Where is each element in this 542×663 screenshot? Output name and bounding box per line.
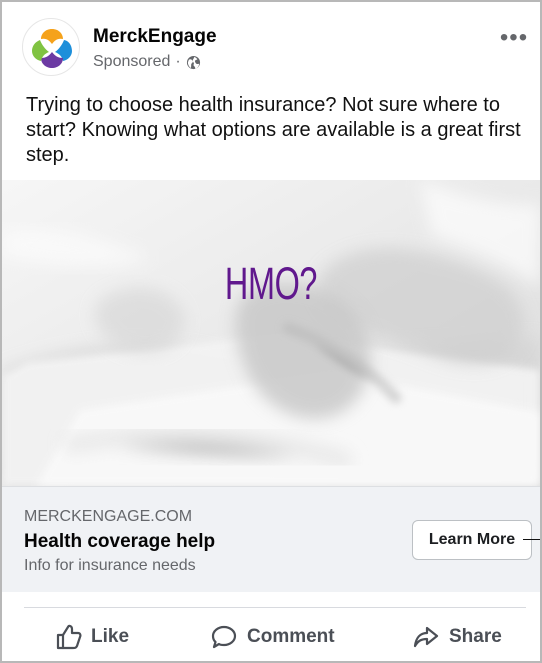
like-button[interactable]: Like: [54, 622, 129, 652]
comment-icon: [211, 625, 237, 649]
blurred-paperwork-photo: [2, 180, 540, 486]
post-header: MerckEngage Sponsored · •••: [2, 2, 540, 88]
share-button[interactable]: Share: [412, 622, 502, 652]
sponsored-label[interactable]: Sponsored: [93, 52, 170, 72]
share-label: Share: [449, 626, 502, 647]
meta-separator: ·: [175, 53, 181, 70]
facebook-sponsored-post: MerckEngage Sponsored · ••• Trying to ch…: [0, 0, 542, 663]
comment-label: Comment: [247, 626, 335, 647]
learn-more-button[interactable]: Learn More: [412, 520, 532, 560]
thumbs-up-icon: [56, 624, 82, 650]
like-label: Like: [91, 626, 130, 647]
link-preview[interactable]: MERCKENGAGE.COM Health coverage help Inf…: [2, 486, 540, 592]
merckengage-avatar[interactable]: [22, 18, 80, 76]
post-action-bar: Like Comment Share: [2, 592, 540, 661]
more-options-icon[interactable]: •••: [500, 26, 528, 50]
link-domain[interactable]: MERCKENGAGE.COM: [24, 507, 192, 527]
post-caption: Trying to choose health insurance? Not s…: [26, 94, 521, 166]
action-divider: [24, 607, 526, 608]
comment-button[interactable]: Comment: [210, 622, 335, 652]
merckengage-logo-icon: [32, 29, 72, 68]
annotation-pointer-line: [523, 539, 540, 540]
ad-image[interactable]: HMO?: [2, 180, 540, 486]
link-description[interactable]: Info for insurance needs: [24, 556, 196, 576]
ad-headline: HMO?: [224, 258, 318, 309]
globe-icon[interactable]: [186, 55, 201, 70]
post-meta: Sponsored ·: [93, 52, 201, 72]
share-icon: [413, 626, 439, 648]
page-name[interactable]: MerckEngage: [93, 26, 217, 48]
link-title[interactable]: Health coverage help: [24, 530, 215, 554]
